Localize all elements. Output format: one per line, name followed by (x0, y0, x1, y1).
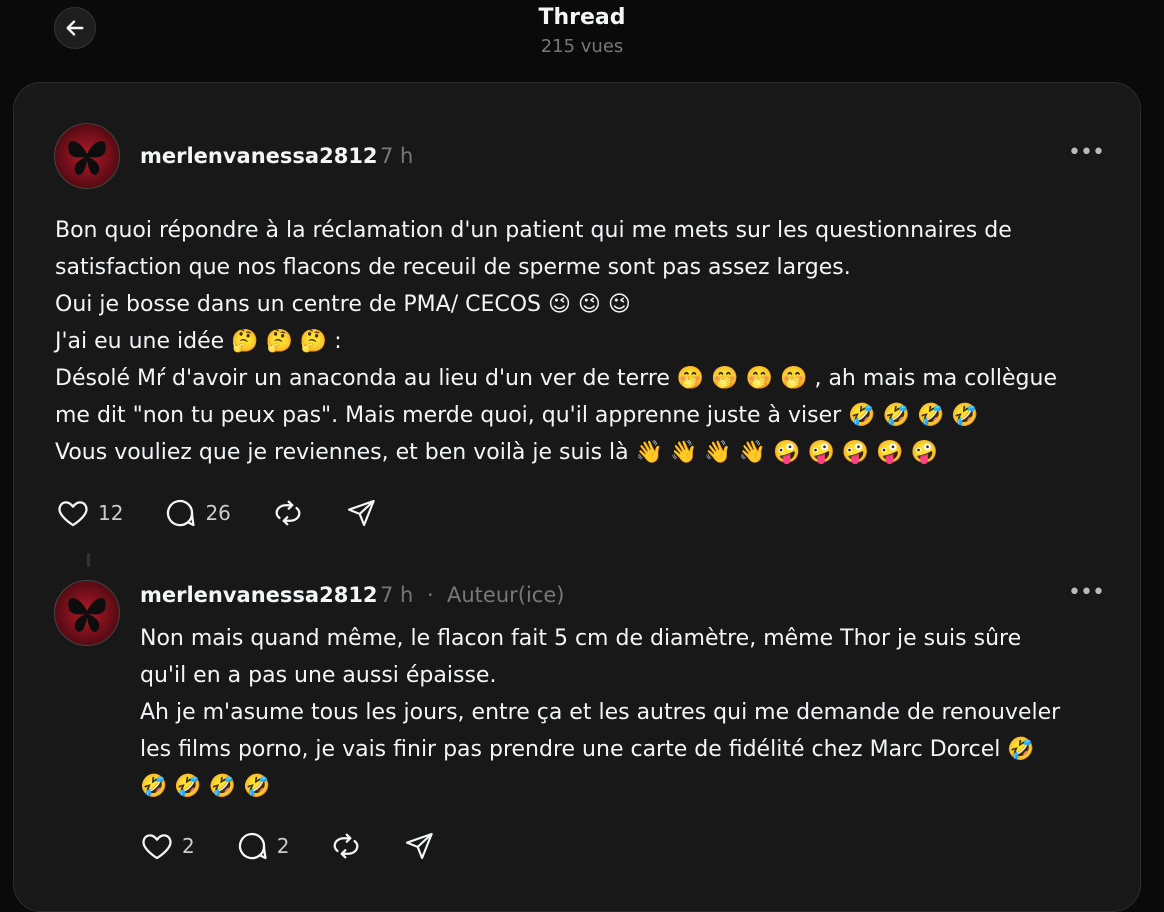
more-horizontal-icon: ••• (1068, 140, 1105, 165)
repost-button[interactable] (329, 829, 363, 863)
repost-button[interactable] (271, 496, 305, 530)
more-options-button[interactable]: ••• (1068, 580, 1105, 605)
heart-icon (58, 501, 88, 527)
reply-button[interactable]: 26 (163, 496, 231, 530)
like-button[interactable]: 2 (140, 829, 195, 863)
author-badge: Auteur(ice) (447, 583, 565, 607)
post-actions: 2 2 (140, 829, 475, 863)
repost-icon (334, 833, 359, 859)
share-button[interactable] (403, 830, 435, 862)
butterfly-icon (68, 597, 106, 632)
butterfly-icon (68, 140, 106, 175)
more-options-button[interactable]: ••• (1068, 140, 1105, 165)
share-button[interactable] (345, 497, 377, 529)
like-count: 2 (182, 834, 195, 858)
send-icon (406, 832, 434, 860)
reply-count: 26 (205, 501, 231, 525)
thread-connector (87, 553, 90, 567)
username[interactable]: merlenvanessa2812 (140, 144, 378, 168)
page-header: Thread 215 vues (0, 4, 1164, 62)
username[interactable]: merlenvanessa2812 (140, 583, 378, 607)
comment-icon (238, 832, 267, 860)
like-count: 12 (98, 501, 124, 525)
repost-icon (275, 500, 301, 526)
avatar[interactable] (54, 580, 120, 646)
more-horizontal-icon: ••• (1068, 580, 1105, 605)
timestamp[interactable]: 7 h (380, 144, 413, 168)
page-title: Thread (538, 5, 626, 30)
post-actions: 12 26 (56, 496, 417, 530)
timestamp[interactable]: 7 h (380, 583, 413, 607)
like-button[interactable]: 12 (56, 496, 123, 530)
reply-count: 2 (276, 834, 290, 858)
view-count: 215 vues (540, 36, 624, 57)
avatar[interactable] (54, 123, 120, 189)
post-text: Bon quoi répondre à la réclamation d'un … (55, 218, 1057, 465)
heart-icon (142, 834, 172, 860)
post-text: Non mais quand même, le flacon fait 5 cm… (140, 626, 1061, 799)
comment-icon (167, 499, 196, 527)
send-icon (347, 499, 375, 527)
separator: · (427, 583, 434, 607)
reply-button[interactable]: 2 (235, 829, 290, 863)
